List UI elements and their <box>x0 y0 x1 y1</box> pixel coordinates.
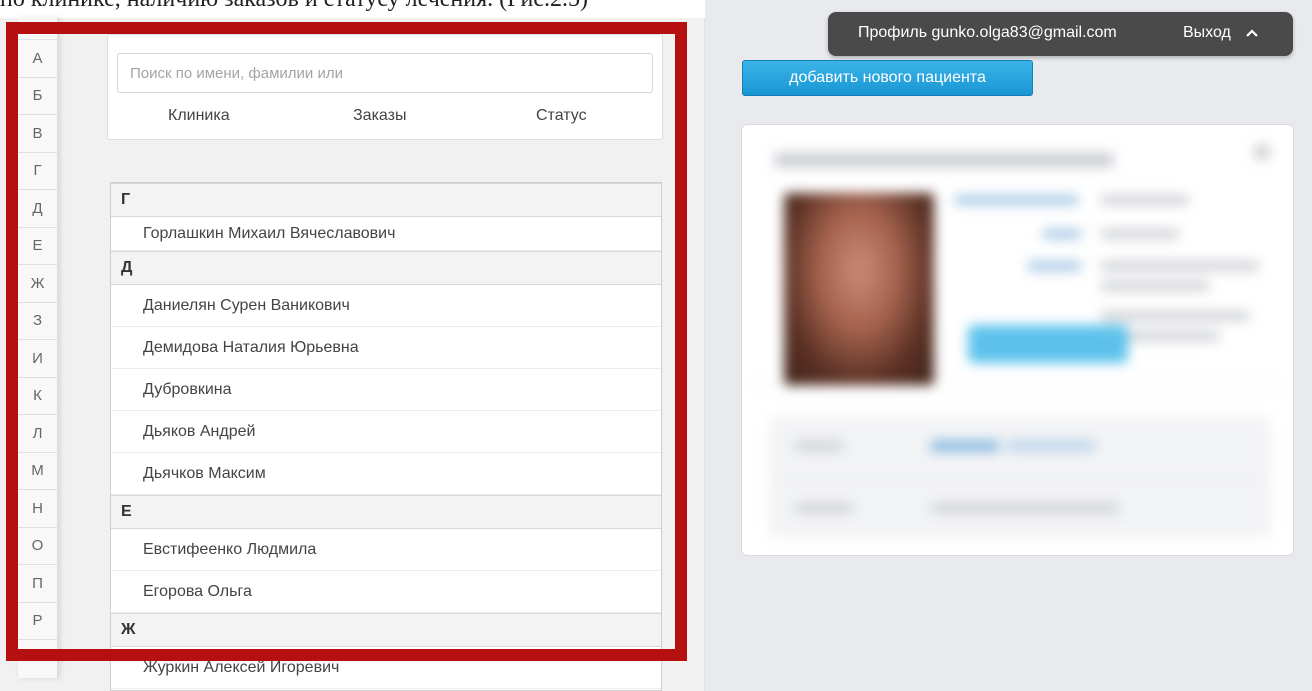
filter-row: Клиника Заказы Статус <box>108 107 662 131</box>
search-input[interactable] <box>117 53 653 93</box>
profile-link[interactable]: Профиль gunko.olga83@gmail.com <box>858 24 1117 42</box>
list-group-header: Е <box>111 495 661 529</box>
screenshot-root: по клинике, наличию заказов и статусу ле… <box>0 0 1312 691</box>
alphabet-letter[interactable]: М <box>18 453 57 490</box>
patient-list-item[interactable]: Демидова Наталия Юрьевна <box>111 327 661 369</box>
alphabet-letter[interactable]: О <box>18 528 57 565</box>
filter-status[interactable]: Статус <box>536 107 587 125</box>
patient-card <box>741 124 1294 556</box>
add-patient-button[interactable]: добавить нового пациента <box>742 60 1033 96</box>
alphabet-letter[interactable]: К <box>18 378 57 415</box>
patient-photo <box>784 193 934 385</box>
patient-list-item[interactable]: Дьячков Максим <box>111 453 661 495</box>
document-caption: по клинике, наличию заказов и статусу ле… <box>0 0 588 13</box>
alphabet-index: # А Б В Г Д Е Ж З И К Л М Н О П Р <box>18 18 58 678</box>
alphabet-letter[interactable]: В <box>18 115 57 153</box>
alphabet-letter[interactable]: Р <box>18 603 57 640</box>
alphabet-letter[interactable]: Н <box>18 490 57 528</box>
alphabet-letter[interactable]: З <box>18 303 57 340</box>
edit-icon <box>1255 145 1269 159</box>
alphabet-letter[interactable]: Е <box>18 228 57 265</box>
top-user-bar: Профиль gunko.olga83@gmail.com Выход <box>828 12 1293 56</box>
alphabet-letter[interactable]: Б <box>18 78 57 115</box>
card-details-blurred <box>770 417 1270 537</box>
alphabet-letter[interactable]: А <box>18 40 57 78</box>
chevron-up-icon[interactable] <box>1246 28 1258 38</box>
filter-clinic[interactable]: Клиника <box>168 107 230 125</box>
list-group-header: Д <box>111 251 661 285</box>
patient-list-item[interactable]: Егорова Ольга <box>111 571 661 613</box>
alphabet-letter[interactable]: П <box>18 565 57 603</box>
card-action-button-blurred <box>968 325 1128 363</box>
filter-orders[interactable]: Заказы <box>353 107 406 125</box>
alphabet-letter[interactable]: # <box>18 18 57 40</box>
list-group-header: Г <box>111 183 661 217</box>
alphabet-letter[interactable]: Г <box>18 153 57 190</box>
patient-list: Г Горлашкин Михаил Вячеславович Д Даниелян … <box>110 182 662 691</box>
alphabet-letter[interactable]: Л <box>18 415 57 453</box>
card-title-blurred <box>774 153 1114 167</box>
list-group-header: Ж <box>111 613 661 647</box>
alphabet-letter[interactable]: Д <box>18 190 57 228</box>
alphabet-letter[interactable]: И <box>18 340 57 378</box>
logout-link[interactable]: Выход <box>1183 24 1231 42</box>
patient-list-item[interactable]: Дубровкина <box>111 369 661 411</box>
patient-list-item[interactable]: Дьяков Андрей <box>111 411 661 453</box>
patient-list-item[interactable]: Горлашкин Михаил Вячеславович <box>111 217 661 251</box>
patient-list-item[interactable]: Евстифеенко Людмила <box>111 529 661 571</box>
alphabet-letter[interactable]: Ж <box>18 265 57 303</box>
patient-list-item[interactable]: Даниелян Сурен Ваникович <box>111 285 661 327</box>
patient-list-item[interactable]: Журкин Алексей Игоревич <box>111 647 661 689</box>
search-filter-box: Клиника Заказы Статус <box>107 34 663 140</box>
